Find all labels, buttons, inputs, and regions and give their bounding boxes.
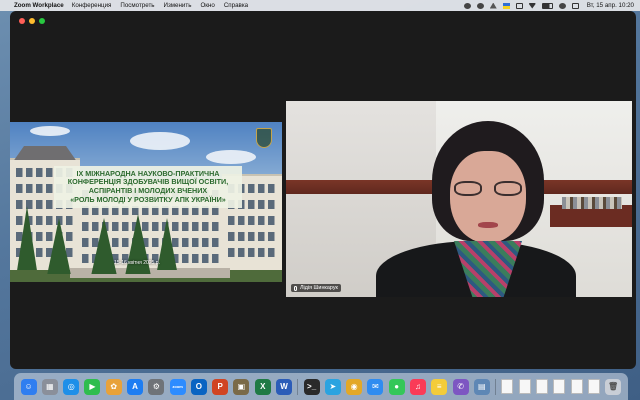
participant-face — [450, 151, 526, 243]
upload-status-icon[interactable] — [489, 2, 497, 9]
menu-conference[interactable]: Конференция — [72, 2, 112, 9]
mouth — [478, 222, 498, 228]
word-icon[interactable]: W — [276, 378, 293, 395]
finder-icon[interactable]: ☺ — [20, 378, 37, 395]
participant-video-tile[interactable]: Лідія Шинкарук — [286, 101, 632, 297]
system-settings-icon[interactable]: ⚙ — [148, 378, 165, 395]
zoom-status-icon[interactable] — [463, 2, 471, 9]
title-line-4: «РОЛЬ МОЛОДІ У РОЗВИТКУ АПК УКРАЇНИ» — [70, 194, 226, 204]
glasses — [452, 181, 524, 197]
chat-status-icon[interactable] — [476, 2, 484, 9]
university-emblem-icon — [256, 128, 272, 148]
app-menu-zoom-workplace[interactable]: Zoom Workplace — [14, 2, 64, 9]
conference-title-card: IX МІЖНАРОДНА НАУКОВО-ПРАКТИЧНА КОНФЕРЕН… — [54, 166, 242, 208]
dock-separator — [297, 378, 299, 395]
messages-icon[interactable]: ● — [388, 378, 405, 395]
search-icon[interactable] — [558, 2, 566, 9]
cloud-shape — [130, 132, 190, 150]
dock-recent-document-icon[interactable] — [518, 379, 531, 394]
display-status-icon[interactable] — [515, 2, 523, 9]
dock: ☺ ▦ ◎ ▶ ✿ A ⚙ zoom O P ▣ X W >_ ➤ ◉ ✉ ● ♫ ≡ ✆ ▤ 🗑 — [14, 373, 628, 400]
powerpoint-icon[interactable]: P — [212, 378, 229, 395]
trash-icon[interactable]: 🗑 — [605, 378, 622, 395]
window-fullscreen-button[interactable] — [39, 18, 45, 24]
launchpad-icon[interactable]: ▦ — [41, 378, 58, 395]
battery-icon[interactable] — [541, 2, 553, 9]
menu-help[interactable]: Справка — [224, 2, 248, 9]
dock-recent-document-icon[interactable] — [535, 379, 548, 394]
viber-icon[interactable]: ✆ — [452, 378, 469, 395]
safari-icon[interactable]: ◎ — [63, 378, 80, 395]
outlook-icon[interactable]: O — [190, 378, 207, 395]
menu-window[interactable]: Окно — [200, 2, 214, 9]
window-close-button[interactable] — [19, 18, 25, 24]
dock-recent-document-icon[interactable] — [587, 379, 600, 394]
menu-bar: Zoom Workplace Конференция Посмотреть Из… — [0, 0, 640, 11]
dock-recent-document-icon[interactable] — [553, 379, 566, 394]
cloud-shape — [206, 150, 256, 164]
notes-icon[interactable]: ≡ — [431, 378, 448, 395]
mail-icon[interactable]: ✉ — [367, 378, 384, 395]
chrome-icon[interactable]: ◉ — [346, 378, 363, 395]
cloud-shape — [30, 126, 70, 136]
photos-icon[interactable]: ✿ — [105, 378, 122, 395]
terminal-icon[interactable]: >_ — [303, 378, 320, 395]
zoom-icon[interactable]: zoom — [169, 378, 186, 395]
app-store-icon[interactable]: A — [127, 378, 144, 395]
dock-recent-document-icon[interactable] — [570, 379, 583, 394]
participant-name: Лідія Шинкарук — [300, 285, 338, 291]
conference-date: 15-16 квітня 2025 р. — [114, 260, 160, 266]
excel-icon[interactable]: X — [254, 378, 271, 395]
menubar-clock[interactable]: Вт, 15 апр. 10:20 — [587, 2, 634, 9]
control-center-icon[interactable] — [571, 2, 579, 9]
input-source-flag-icon[interactable] — [502, 2, 510, 9]
dock-separator — [495, 378, 497, 395]
zoom-meeting-window: IX МІЖНАРОДНА НАУКОВО-ПРАКТИЧНА КОНФЕРЕН… — [10, 11, 636, 369]
window-minimize-button[interactable] — [29, 18, 35, 24]
microphone-icon — [294, 285, 297, 291]
music-icon[interactable]: ♫ — [409, 378, 426, 395]
preview-icon[interactable]: ▤ — [473, 378, 490, 395]
menu-view[interactable]: Посмотреть — [120, 2, 154, 9]
archive-utility-icon[interactable]: ▣ — [233, 378, 250, 395]
facetime-icon[interactable]: ▶ — [84, 378, 101, 395]
telegram-icon[interactable]: ➤ — [324, 378, 341, 395]
shared-screen-view[interactable]: IX МІЖНАРОДНА НАУКОВО-ПРАКТИЧНА КОНФЕРЕН… — [10, 122, 282, 282]
status-area: Вт, 15 апр. 10:20 — [458, 2, 640, 9]
wifi-icon[interactable] — [528, 2, 536, 9]
books — [562, 197, 622, 209]
menu-edit[interactable]: Изменить — [164, 2, 192, 9]
participant-name-tag: Лідія Шинкарук — [291, 284, 341, 292]
dock-recent-document-icon[interactable] — [501, 379, 514, 394]
